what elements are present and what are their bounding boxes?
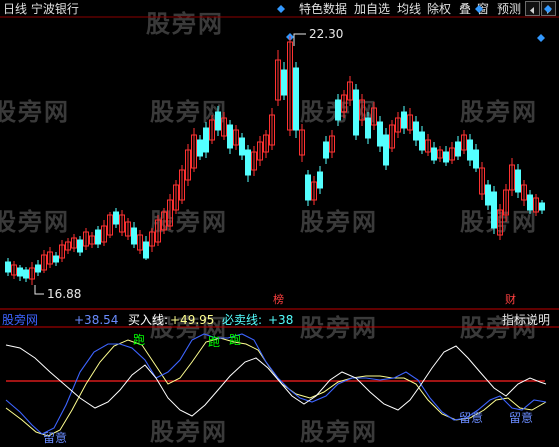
indicator-help-button[interactable]: 指标说明 [502,313,550,327]
high-leader-line [293,33,306,46]
candle-body [443,151,449,163]
candle-body [95,229,101,245]
indicator-value: +38.54 [74,313,119,327]
candle-body [491,191,497,229]
candle-body [239,137,245,156]
candle-body [215,111,221,131]
candle-body [383,134,389,166]
candle-body [35,264,41,273]
event-diamond-icon [277,5,285,13]
candle-body [281,69,287,96]
candle-body [431,147,437,161]
candle-body [539,202,545,211]
candle-body [113,211,119,225]
sell-line-value: +38 [268,313,294,327]
kline-screen: 日线 宁波银行 特色数据 加自选 均线 除权 叠 窗 预测 股旁网 股旁网 股旁… [0,0,559,447]
candle-body [335,99,341,121]
candle-body [473,149,479,169]
candle-body [77,239,83,253]
buy-line-value: +49.95 [170,313,215,327]
event-diamond-icon [544,5,552,13]
candle-body [515,169,521,193]
event-diamond-icon [475,5,483,13]
signal-run-label: 跑 [208,335,221,349]
candle-body [455,141,461,157]
signal-run-label: 跑 [229,333,242,347]
sell-line-label: 必卖线: [222,313,263,327]
signal-stay-label: 留意 [43,431,68,445]
candle-body [485,184,491,206]
candle-body [401,111,407,129]
candle-body [143,241,149,259]
candle-body [131,227,137,245]
candle-body [317,171,323,189]
candle-body [5,261,11,273]
indicator-name: 股旁网 [2,313,39,327]
candle-body [413,121,419,141]
candle-body [23,269,29,279]
candle-body [245,149,251,176]
price-chart[interactable] [0,0,559,447]
event-marker[interactable]: 榜 [273,293,284,307]
signal-run-label: 跑 [133,333,146,347]
candle-body [323,141,329,159]
candle-body [353,89,359,136]
candle-body [227,124,233,149]
candle-body [527,194,533,211]
candle-body [197,139,203,157]
candle-body [17,267,23,277]
candle-body [365,117,371,139]
candle-body [305,174,311,201]
candle-body [293,67,299,131]
candle-body [419,131,425,151]
buy-line-label: 买入线: [128,313,169,327]
event-marker[interactable]: 财 [505,293,516,307]
high-price-label: 22.30 [309,27,344,41]
candle-body [467,139,473,161]
candle-body [203,127,209,153]
candle-body [53,255,59,263]
low-price-label: 16.88 [47,287,82,301]
candle-body [377,121,383,147]
signal-stay-label: 留意 [459,411,484,425]
signal-stay-label: 留意 [509,411,534,425]
low-leader-line [34,285,44,295]
event-diamond-icon [537,34,545,42]
